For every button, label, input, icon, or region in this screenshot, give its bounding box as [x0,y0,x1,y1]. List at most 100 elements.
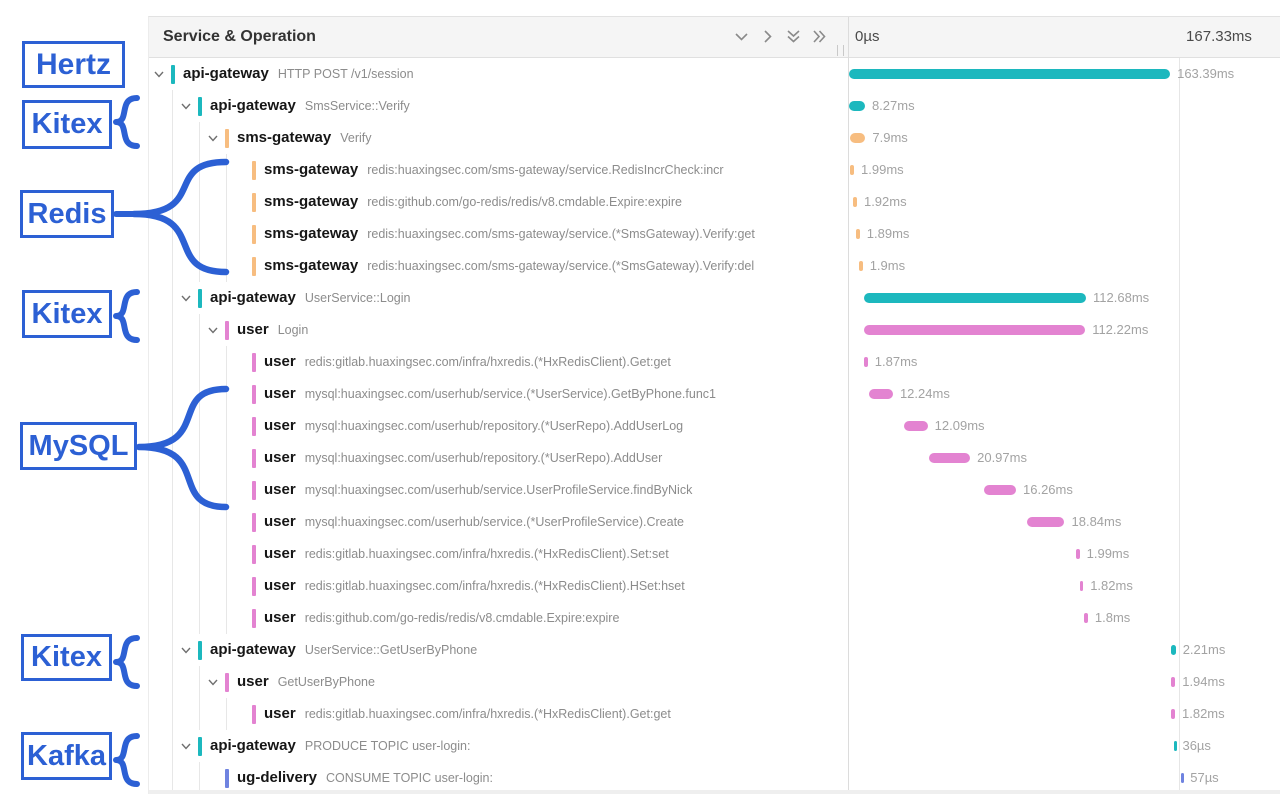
span-row[interactable]: userLogin112.22ms [149,314,1280,346]
span-name-cell: api-gateway UserService::GetUserByPhone [149,634,849,666]
indent-guide [199,602,200,634]
chevron-right-icon[interactable] [760,29,775,44]
span-row[interactable]: api-gatewaySmsService::Verify8.27ms [149,90,1280,122]
span-duration-bar[interactable] [849,69,1170,79]
span-duration-bar[interactable] [850,133,866,143]
span-duration-bar[interactable] [859,261,863,271]
collapse-chevron-icon[interactable] [180,739,192,751]
span-timeline-cell: 1.8ms [849,602,1280,634]
span-operation-name: redis:gitlab.huaxingsec.com/infra/hxredi… [305,707,671,721]
span-row[interactable]: api-gatewayUserService::Login112.68ms [149,282,1280,314]
span-duration-bar[interactable] [864,357,868,367]
span-row[interactable]: api-gatewayHTTP POST /v1/session163.39ms [149,58,1280,90]
span-service-name: user [264,481,296,498]
span-service-name: user [237,673,269,690]
span-row[interactable]: userredis:gitlab.huaxingsec.com/infra/hx… [149,570,1280,602]
span-service-name: user [264,353,296,370]
chevron-down-icon[interactable] [734,29,749,44]
span-duration-bar[interactable] [853,197,857,207]
span-row[interactable]: usermysql:huaxingsec.com/userhub/reposit… [149,410,1280,442]
span-duration-bar[interactable] [929,453,970,463]
span-duration-bar[interactable] [1084,613,1088,623]
span-duration-bar[interactable] [1080,581,1084,591]
service-operation-header: Service & Operation [163,28,316,46]
span-service-name: sms-gateway [264,225,358,242]
span-name-cell: api-gatewayUserService::Login [149,282,849,314]
span-duration-label: 1.82ms [1182,698,1225,730]
service-color-strip [171,65,175,84]
span-duration-bar[interactable] [1181,773,1184,783]
collapse-chevron-icon[interactable] [207,323,219,335]
span-duration-bar[interactable] [864,293,1086,303]
span-row[interactable]: api-gatewayPRODUCE TOPIC user-login:36µs [149,730,1280,762]
span-row[interactable]: sms-gateway redis:github.com/go-redis/red… [149,186,1280,218]
span-name-cell: user redis:gitlab.huaxingsec.com/infra/hx… [149,698,849,730]
span-row[interactable]: sms-gatewayVerify7.9ms [149,122,1280,154]
span-duration-bar[interactable] [849,101,865,111]
span-row[interactable]: userredis:gitlab.huaxingsec.com/infra/hx… [149,538,1280,570]
collapse-chevron-icon[interactable] [153,67,165,79]
span-duration-bar[interactable] [869,389,893,399]
span-service-name: sms-gateway [264,193,358,210]
collapse-chevron-icon[interactable] [180,291,192,303]
span-row[interactable]: user redis:gitlab.huaxingsec.com/infra/hx… [149,346,1280,378]
span-duration-bar[interactable] [850,165,854,175]
span-row[interactable]: usermysql:huaxingsec.com/userhub/reposit… [149,442,1280,474]
span-duration-bar[interactable] [1027,517,1064,527]
span-row[interactable]: user redis:gitlab.huaxingsec.com/infra/hx… [149,698,1280,730]
timeline-end-label: 167.33ms [1186,28,1252,45]
span-row[interactable]: userGetUserByPhone1.94ms [149,666,1280,698]
span-duration-bar[interactable] [984,485,1016,495]
span-duration-bar[interactable] [1171,709,1175,719]
column-resizer[interactable] [837,45,844,56]
indent-guide [226,506,227,538]
span-duration-bar[interactable] [1171,677,1175,687]
span-service-name: api-gateway [210,641,296,658]
span-name-cell: usermysql:huaxingsec.com/userhub/service… [149,378,849,410]
annotation-kitex-2: Kitex [22,290,112,338]
span-operation-name: redis:gitlab.huaxingsec.com/infra/hxredi… [305,355,671,369]
span-row[interactable]: usermysql:huaxingsec.com/userhub/service… [149,378,1280,410]
span-operation-name: redis:github.com/go-redis/redis/v8.cmdab… [367,195,682,209]
span-name-cell: sms-gatewayredis:huaxingsec.com/sms-gate… [149,218,849,250]
collapse-chevron-icon[interactable] [180,99,192,111]
collapse-chevron-icon[interactable] [207,131,219,143]
span-row[interactable]: api-gatewayUserService::GetUserByPhone2.… [149,634,1280,666]
indent-guide [199,346,200,378]
span-duration-label: 1.9ms [870,250,905,282]
indent-guide [172,90,173,122]
span-row[interactable]: usermysql:huaxingsec.com/userhub/service… [149,474,1280,506]
span-duration-bar[interactable] [1174,741,1177,751]
indent-guide [172,730,173,762]
timeline-header: 0µs 167.33ms [849,17,1280,58]
span-duration-label: 1.87ms [875,346,918,378]
span-row[interactable]: usermysql:huaxingsec.com/userhub/service… [149,506,1280,538]
span-service-name: user [264,705,296,722]
collapse-chevron-icon[interactable] [180,643,192,655]
span-row[interactable]: sms-gatewayredis:huaxingsec.com/sms-gate… [149,250,1280,282]
span-timeline-cell: 1.9ms [849,250,1280,282]
annotation-redis: Redis [20,190,114,238]
span-row[interactable]: sms-gatewayredis:huaxingsec.com/sms-gate… [149,154,1280,186]
span-duration-bar[interactable] [856,229,860,239]
span-duration-bar[interactable] [864,325,1085,335]
service-color-strip [252,161,256,180]
span-row[interactable]: userredis:github.com/go-redis/redis/v8.c… [149,602,1280,634]
service-color-strip [252,417,256,436]
span-duration-bar[interactable] [1171,645,1175,655]
span-operation-name: redis:huaxingsec.com/sms-gateway/service… [367,163,723,177]
indent-guide [199,250,200,282]
indent-guide [199,474,200,506]
span-service-name: api-gateway [183,65,269,82]
indent-guide [199,122,200,154]
indent-guide [172,410,173,442]
span-row[interactable]: sms-gatewayredis:huaxingsec.com/sms-gate… [149,218,1280,250]
span-duration-bar[interactable] [1076,549,1080,559]
collapse-chevron-icon[interactable] [207,675,219,687]
span-duration-bar[interactable] [904,421,928,431]
span-operation-name: UserService::GetUserByPhone [305,643,477,657]
double-chevron-down-icon[interactable] [786,29,801,44]
double-chevron-right-icon[interactable] [812,29,827,44]
span-name-cell: sms-gatewayVerify [149,122,849,154]
span-duration-label: 1.99ms [1087,538,1130,570]
